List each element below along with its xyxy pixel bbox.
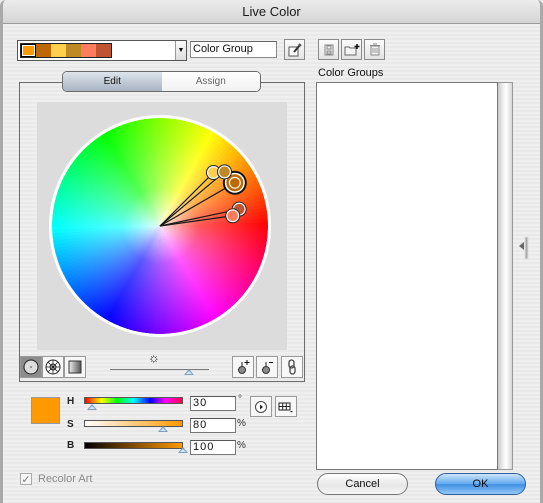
save-icon [324,44,333,55]
brightness-label: B [67,440,75,451]
group-swatch[interactable] [51,44,66,57]
wheel-mode-buttons [20,356,86,378]
color-bars-button[interactable] [64,356,86,378]
hue-unit: ° [238,394,242,405]
group-swatch[interactable] [66,44,81,57]
color-group-dropdown[interactable]: ▼ [17,40,187,61]
swatch-library-button[interactable] [275,396,297,417]
smooth-wheel-button[interactable] [20,356,42,378]
brightness-value-slider-thumb[interactable] [178,447,188,453]
color-mode-menu-button[interactable] [250,396,272,417]
new-group-button[interactable] [341,39,362,60]
recolor-art-option[interactable]: ✓ Recolor Art [20,473,93,486]
grid-menu-icon [278,402,293,412]
saturation-slider-thumb[interactable] [158,426,169,432]
remove-color-icon [262,362,273,374]
brightness-field[interactable]: 100 [190,440,236,455]
link-harmony-button[interactable] [281,356,303,378]
brightness-value-slider[interactable] [84,442,183,449]
collapse-arrow-icon [519,236,529,260]
brightness-slider-thumb[interactable] [184,369,195,375]
color-bars-icon [68,360,82,374]
save-group-button[interactable] [318,39,339,60]
trash-icon [369,43,380,56]
mode-tabs: Edit Assign [62,71,261,92]
tab-assign[interactable]: Assign [161,72,260,91]
group-swatch[interactable] [81,44,96,57]
add-color-icon [238,360,250,374]
ok-button[interactable]: OK [435,473,526,495]
smooth-wheel-icon [23,359,39,375]
collapse-panel-button[interactable] [518,236,530,266]
delete-group-button[interactable] [364,39,385,60]
recolor-art-checkbox[interactable]: ✓ [20,473,32,486]
chevron-down-icon[interactable]: ▼ [175,41,186,60]
group-swatch[interactable] [96,44,111,57]
saturation-label: S [67,419,74,430]
brightness-icon: ☼ [148,350,160,365]
recolor-art-label: Recolor Art [38,473,93,485]
color-groups-list[interactable] [316,82,498,470]
saturation-field[interactable]: 80 [190,418,236,433]
play-circle-icon [255,400,267,413]
hue-slider[interactable] [84,397,183,404]
segmented-wheel-button[interactable] [42,356,64,378]
color-groups-scrollbar[interactable] [498,82,513,470]
color-group-swatches [20,43,112,58]
hue-slider-thumb[interactable] [87,404,98,410]
color-marker[interactable] [217,164,233,180]
cancel-button[interactable]: Cancel [317,473,408,495]
add-color-button[interactable] [232,356,254,378]
hue-field[interactable]: 30 [190,396,236,411]
hue-label: H [67,396,75,407]
brightness-unit: % [237,440,246,451]
saturation-unit: % [237,418,246,429]
color-wheel[interactable] [37,102,287,350]
color-marker[interactable] [225,208,241,224]
color-groups-label: Color Groups [318,67,384,79]
remove-color-button[interactable] [256,356,278,378]
group-swatch[interactable] [36,44,51,57]
eyedropper-edit-icon [288,42,302,56]
new-folder-icon [344,43,359,55]
group-swatch[interactable] [21,44,36,57]
edit-group-button[interactable] [284,39,305,60]
tab-edit[interactable]: Edit [63,72,162,91]
window-title: Live Color [3,0,540,24]
segmented-wheel-icon [45,359,61,375]
link-harmony-icon [288,359,296,375]
current-color-preview [31,397,60,424]
group-name-field[interactable]: Color Group [190,41,277,58]
color-wheel-area[interactable] [37,102,287,350]
